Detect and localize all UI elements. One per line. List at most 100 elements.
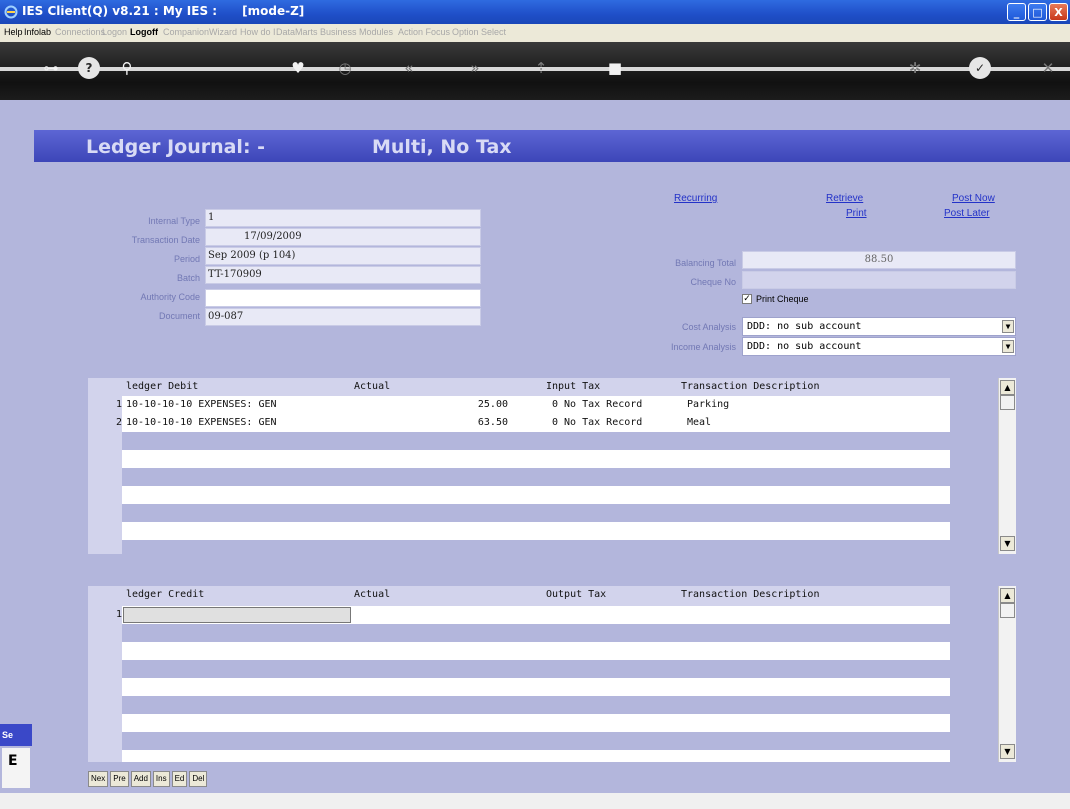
- stop-icon[interactable]: ■: [604, 57, 626, 79]
- table-row[interactable]: [122, 486, 950, 504]
- debit-grid: ledger Debit Actual Input Tax Transactio…: [88, 378, 950, 554]
- forward-icon[interactable]: »: [464, 57, 486, 79]
- transaction-date-field[interactable]: 17/09/2009: [205, 228, 481, 246]
- credit-scrollbar[interactable]: ▲ ▼: [998, 586, 1016, 762]
- print-cheque-checkbox[interactable]: ✓: [742, 294, 752, 304]
- edit-button[interactable]: Ed: [171, 771, 188, 787]
- clock-icon[interactable]: ◷: [334, 57, 356, 79]
- gear-icon[interactable]: ✲: [904, 57, 926, 79]
- menu-how-do-i[interactable]: How do I: [240, 27, 276, 37]
- close-icon[interactable]: ✕: [1037, 57, 1059, 79]
- menu-option-select[interactable]: Option Select: [452, 27, 506, 37]
- menu-connections[interactable]: Connections: [55, 27, 105, 37]
- debit-actual-cell[interactable]: 25.00: [440, 399, 508, 410]
- table-row[interactable]: [122, 750, 950, 762]
- insert-icon[interactable]: ⇡: [530, 57, 552, 79]
- heart-icon[interactable]: ♥: [287, 57, 309, 79]
- debit-grid-header: ledger Debit Actual Input Tax Transactio…: [88, 378, 950, 396]
- debit-tax-cell[interactable]: 0 No Tax Record: [552, 399, 642, 410]
- table-row[interactable]: [122, 714, 950, 732]
- scroll-up-icon[interactable]: ▲: [1000, 588, 1015, 603]
- scroll-down-icon[interactable]: ▼: [1000, 744, 1015, 759]
- document-field[interactable]: 09-087: [205, 308, 481, 326]
- credit-account-input[interactable]: [123, 607, 351, 623]
- table-row[interactable]: 10-10-10-10 EXPENSES: GEN 25.00 0 No Tax…: [122, 396, 950, 414]
- scroll-thumb[interactable]: [1000, 395, 1015, 410]
- post-later-link[interactable]: Post Later: [944, 208, 990, 219]
- rewind-icon[interactable]: «: [398, 57, 420, 79]
- chevron-down-icon[interactable]: ▼: [1002, 340, 1014, 353]
- internal-type-field[interactable]: 1: [205, 209, 481, 227]
- debit-account-cell[interactable]: 10-10-10-10 EXPENSES: GEN: [126, 417, 277, 428]
- table-row[interactable]: [122, 642, 950, 660]
- key-icon[interactable]: ⊶: [40, 57, 62, 79]
- table-row[interactable]: [122, 450, 950, 468]
- minimize-button[interactable]: _: [1007, 3, 1026, 21]
- search-icon[interactable]: ⚲: [116, 57, 138, 79]
- table-row[interactable]: [122, 522, 950, 540]
- menu-business-modules[interactable]: Business Modules: [320, 27, 393, 37]
- table-row[interactable]: [122, 468, 950, 486]
- debit-scrollbar[interactable]: ▲ ▼: [998, 378, 1016, 554]
- page-banner: Ledger Journal: - Multi, No Tax: [34, 130, 1070, 162]
- table-row[interactable]: [122, 678, 950, 696]
- retrieve-link[interactable]: Retrieve: [826, 193, 863, 204]
- menu-infolab[interactable]: Infolab: [24, 27, 51, 37]
- insert-button[interactable]: Ins: [152, 771, 170, 787]
- next-button[interactable]: Nex: [88, 771, 109, 787]
- menu-datamarts[interactable]: DataMarts: [276, 27, 318, 37]
- menu-logoff[interactable]: Logoff: [130, 27, 158, 37]
- cost-analysis-select[interactable]: DDD: no sub account ▼: [742, 317, 1016, 336]
- page-title: Ledger Journal: -: [86, 136, 266, 158]
- debit-actual-header: Actual: [354, 381, 391, 392]
- table-row[interactable]: [122, 606, 950, 624]
- previous-button[interactable]: Pre: [110, 771, 129, 787]
- menu-companion[interactable]: Companion: [163, 27, 209, 37]
- debit-grid-body: 10-10-10-10 EXPENSES: GEN 25.00 0 No Tax…: [122, 396, 950, 554]
- debit-tax-cell[interactable]: 0 No Tax Record: [552, 417, 642, 428]
- help-icon[interactable]: ?: [78, 57, 100, 79]
- side-panel-tab[interactable]: Se: [0, 724, 32, 746]
- credit-row-number: 1: [115, 609, 122, 620]
- income-analysis-select[interactable]: DDD: no sub account ▼: [742, 337, 1016, 356]
- grid-nav-buttons: Nex Pre Add Ins Ed Del: [88, 766, 209, 787]
- check-icon[interactable]: ✓: [969, 57, 991, 79]
- debit-actual-cell[interactable]: 63.50: [440, 417, 508, 428]
- recurring-link[interactable]: Recurring: [674, 193, 717, 204]
- print-link[interactable]: Print: [846, 208, 867, 219]
- table-row[interactable]: 10-10-10-10 EXPENSES: GEN 63.50 0 No Tax…: [122, 414, 950, 432]
- debit-description-header: Transaction Description: [681, 381, 820, 392]
- table-row[interactable]: [122, 732, 950, 750]
- debit-account-cell[interactable]: 10-10-10-10 EXPENSES: GEN: [126, 399, 277, 410]
- menu-logon[interactable]: Logon: [102, 27, 127, 37]
- post-now-link[interactable]: Post Now: [952, 193, 995, 204]
- close-window-button[interactable]: X: [1049, 3, 1068, 21]
- debit-description-cell[interactable]: Meal: [687, 417, 711, 428]
- credit-grid-header: ledger Credit Actual Output Tax Transact…: [88, 586, 950, 604]
- scroll-down-icon[interactable]: ▼: [1000, 536, 1015, 551]
- chevron-down-icon[interactable]: ▼: [1002, 320, 1014, 333]
- debit-description-cell[interactable]: Parking: [687, 399, 729, 410]
- scroll-up-icon[interactable]: ▲: [1000, 380, 1015, 395]
- authority-code-field[interactable]: [205, 289, 481, 307]
- delete-button[interactable]: Del: [189, 771, 208, 787]
- scroll-thumb[interactable]: [1000, 603, 1015, 618]
- menu-action-focus[interactable]: Action Focus: [398, 27, 450, 37]
- maximize-button[interactable]: □: [1028, 3, 1047, 21]
- cheque-no-field[interactable]: [742, 271, 1016, 289]
- batch-field[interactable]: TT-170909: [205, 266, 481, 284]
- debit-tax-header: Input Tax: [546, 381, 601, 392]
- internal-type-label: Internal Type: [148, 216, 200, 226]
- menu-help[interactable]: Help: [4, 27, 23, 37]
- menu-wizard[interactable]: Wizard: [209, 27, 237, 37]
- cheque-no-label: Cheque No: [690, 277, 736, 287]
- table-row[interactable]: [122, 504, 950, 522]
- balancing-total-label: Balancing Total: [675, 258, 736, 268]
- table-row[interactable]: [122, 660, 950, 678]
- table-row[interactable]: [122, 540, 950, 554]
- table-row[interactable]: [122, 696, 950, 714]
- add-button[interactable]: Add: [130, 771, 151, 787]
- table-row[interactable]: [122, 432, 950, 450]
- table-row[interactable]: [122, 624, 950, 642]
- period-field[interactable]: Sep 2009 (p 104): [205, 247, 481, 265]
